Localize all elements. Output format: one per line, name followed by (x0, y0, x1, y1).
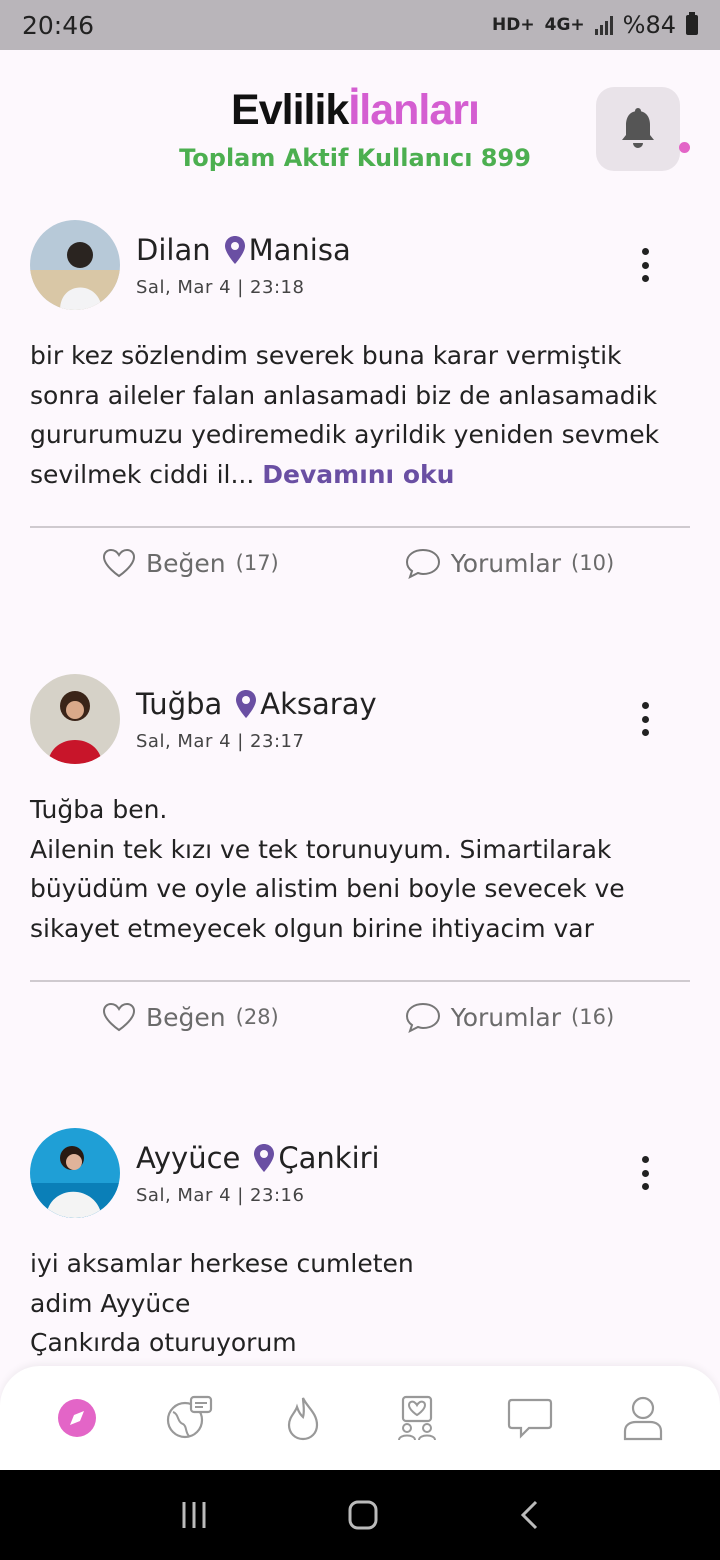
avatar[interactable] (30, 1128, 120, 1218)
like-button[interactable]: Beğen (28) (102, 1002, 279, 1032)
like-count: (28) (235, 1005, 279, 1029)
notifications-button[interactable] (596, 87, 680, 171)
user-name[interactable]: Tuğba (136, 687, 222, 721)
user-name[interactable]: Dilan (136, 233, 211, 267)
hd-indicator: HD+ (492, 15, 535, 35)
nav-profile[interactable] (613, 1388, 673, 1448)
nav-popular[interactable] (273, 1388, 333, 1448)
user-name[interactable]: Ayyüce (136, 1141, 240, 1175)
user-city: Çankiri (278, 1141, 380, 1175)
system-nav-bar (0, 1470, 720, 1560)
comments-button[interactable]: Yorumlar (16) (405, 1001, 614, 1033)
avatar[interactable] (30, 220, 120, 310)
like-label: Beğen (146, 548, 226, 578)
status-icons: HD+ 4G+ %84 (492, 11, 698, 39)
location-pin-icon (254, 1144, 275, 1172)
heart-icon (102, 1002, 136, 1032)
comment-label: Yorumlar (450, 1002, 562, 1032)
bell-icon (622, 108, 654, 148)
logo-part1: Evlilik (231, 86, 349, 134)
back-icon[interactable] (517, 1499, 541, 1531)
matches-icon (397, 1395, 436, 1441)
like-button[interactable]: Beğen (17) (102, 548, 279, 578)
like-label: Beğen (146, 1002, 226, 1032)
app-header: Evlilikİlanları Toplam Aktif Kullanıcı 8… (0, 50, 720, 200)
globe-chat-icon (166, 1395, 213, 1439)
post-date: Sal, Mar 4 | 23:16 (136, 1185, 305, 1206)
home-icon[interactable] (347, 1499, 379, 1531)
location-pin-icon (224, 236, 245, 264)
flame-icon (288, 1397, 319, 1441)
comments-button[interactable]: Yorumlar (10) (405, 547, 614, 579)
4g-indicator: 4G+ (544, 15, 585, 35)
post-card: Ayyüce Çankiri Sal, Mar 4 | 23:16 iyi ak… (0, 1108, 720, 1363)
bottom-nav (0, 1366, 720, 1470)
nav-community[interactable] (160, 1388, 220, 1448)
more-options-icon[interactable] (636, 702, 654, 736)
post-card: Tuğba Aksaray Sal, Mar 4 | 23:17 Tuğba b… (0, 654, 720, 1052)
post-date: Sal, Mar 4 | 23:18 (136, 277, 305, 298)
signal-icon (594, 15, 613, 35)
comment-icon (405, 1002, 440, 1033)
status-bar: 20:46 HD+ 4G+ %84 (0, 0, 720, 50)
logo-part2: İlanları (348, 86, 480, 134)
post-text: bir kez sözlendim severek buna karar ver… (30, 320, 690, 494)
post-text: Tuğba ben. Ailenin tek kızı ve tek torun… (30, 795, 625, 943)
nav-messages[interactable] (500, 1388, 560, 1448)
more-options-icon[interactable] (636, 1156, 654, 1190)
avatar[interactable] (30, 674, 120, 764)
compass-icon (57, 1399, 96, 1437)
comment-count: (10) (571, 551, 615, 575)
post-feed[interactable]: Dilan Manisa Sal, Mar 4 | 23:18 bir kez … (0, 200, 720, 1368)
status-time: 20:46 (22, 10, 95, 40)
comment-icon (405, 548, 440, 579)
heart-icon (102, 548, 136, 578)
read-more-link[interactable]: Devamını oku (262, 460, 454, 489)
user-city: Aksaray (260, 687, 377, 721)
notification-dot (679, 142, 690, 153)
messages-icon (507, 1398, 553, 1439)
post-card: Dilan Manisa Sal, Mar 4 | 23:18 bir kez … (0, 200, 720, 598)
more-options-icon[interactable] (636, 248, 654, 282)
comment-label: Yorumlar (450, 548, 562, 578)
user-city: Manisa (248, 233, 351, 267)
recent-apps-icon[interactable] (179, 1500, 209, 1530)
profile-icon (624, 1396, 663, 1441)
nav-matches[interactable] (387, 1388, 447, 1448)
like-count: (17) (235, 551, 279, 575)
location-pin-icon (236, 690, 257, 718)
battery-icon (686, 12, 698, 35)
comment-count: (16) (571, 1005, 615, 1029)
post-date: Sal, Mar 4 | 23:17 (136, 731, 305, 752)
post-text: iyi aksamlar herkese cumleten adim Ayyüc… (30, 1249, 414, 1357)
nav-discover[interactable] (47, 1388, 107, 1448)
battery-percent: %84 (622, 11, 676, 39)
